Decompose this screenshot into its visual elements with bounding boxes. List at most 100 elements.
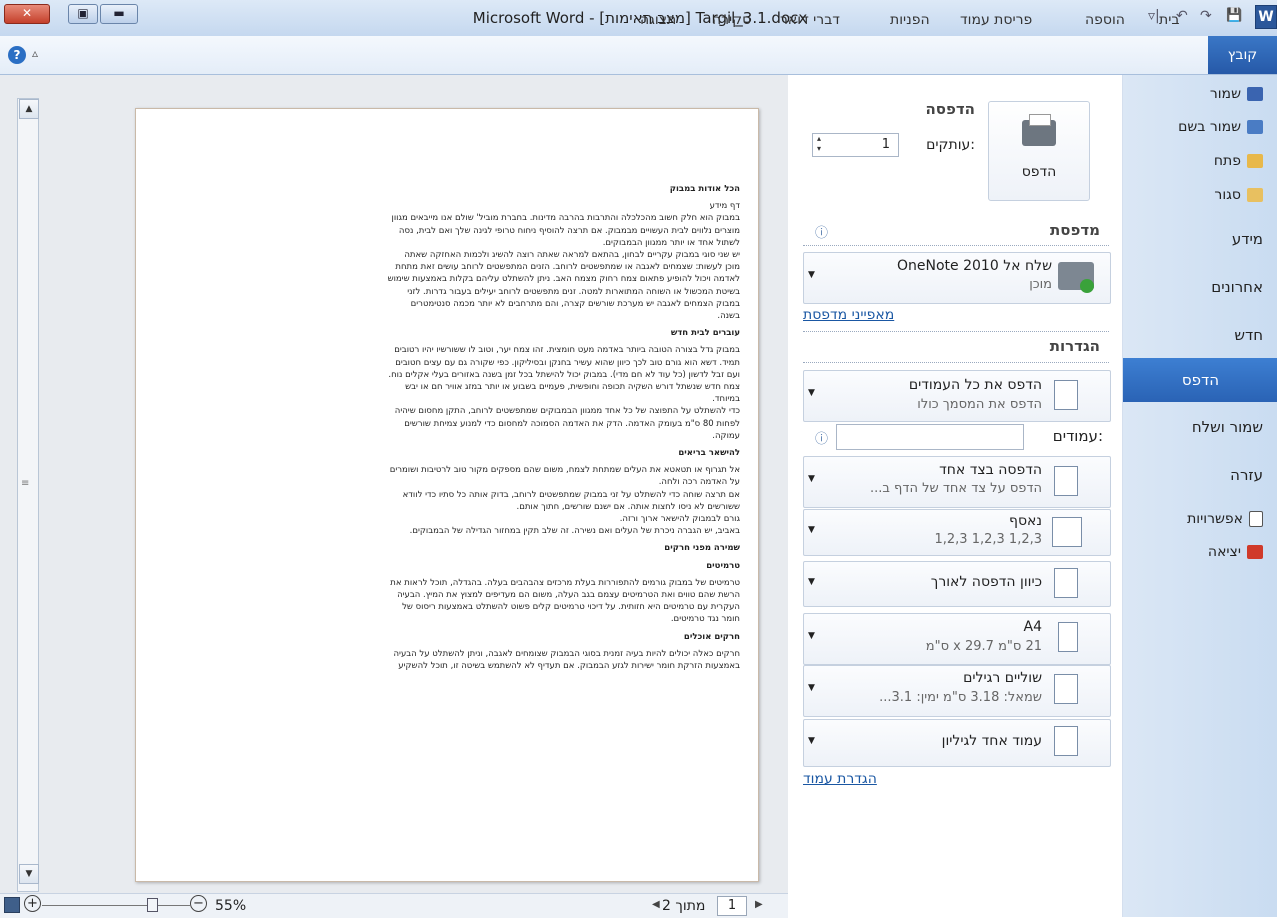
word-app-icon: W [1255, 5, 1277, 29]
printer-info-icon[interactable]: ⓘ [815, 222, 828, 241]
paper-size-title: A4 [1023, 619, 1042, 635]
preview-scrollbar[interactable] [17, 98, 39, 892]
zoom-slider-thumb[interactable] [147, 898, 158, 912]
scroll-up-button[interactable]: ▲ [19, 99, 39, 119]
page-text-line: מוכן לעשות: שצמחים לאגבה או שמתפשטים לרו… [395, 262, 740, 273]
printer-paper-icon [1029, 114, 1051, 126]
page-text-line: הרשת שהם טווים ואת הטרמיטים עצמם בגב העל… [397, 590, 740, 600]
nav-save-as[interactable]: שמור בשם [1178, 119, 1263, 135]
page-text-line: גורם לבמבוק להישאר ארוך ורזה. [619, 514, 740, 524]
page-text-line: ועם זבל לדשון (כל עוד לא חם מדי). במבוק … [388, 369, 740, 380]
pages-per-sheet-title: עמוד אחד לגיליון [941, 733, 1042, 749]
collate-sub: 1,2,3 1,2,3 1,2,3 [934, 532, 1043, 547]
nav-options[interactable]: אפשרויות [1187, 511, 1263, 527]
close-folder-icon [1247, 188, 1263, 202]
page-text-line: באביב, יש הגברה ניכרת של העלים ואם נשירה… [409, 526, 740, 537]
nav-save[interactable]: שמור [1210, 86, 1263, 102]
pages-icon [1054, 380, 1078, 410]
close-window-button[interactable]: ✕ [4, 4, 50, 24]
orientation-title: כיוון הדפסה לאורך [930, 574, 1042, 590]
pages-input[interactable] [836, 424, 1024, 450]
exit-icon [1247, 545, 1263, 559]
pages-info-icon[interactable]: ⓘ [815, 428, 828, 447]
collapse-ribbon-icon[interactable]: ▵ [32, 46, 38, 60]
printer-heading: מדפסת [1050, 221, 1100, 239]
ribbon-tabs [0, 36, 1277, 75]
page-text-line: חרקים כאלה יכולים להיות בעיה זמנית בסוגי… [393, 648, 740, 659]
zoom-slider-track[interactable] [42, 905, 190, 906]
page-text-line: חומר נגד טרמיטים. [670, 614, 740, 625]
chevron-down-icon: ▼ [808, 270, 815, 280]
page-text-line: באמצעות הזרקת חומר ישירות לגזע הבמבוק. א… [398, 661, 740, 671]
nav-new[interactable]: חדש [1234, 326, 1263, 344]
preview-page: הכל אודות במבוק דף מידע במבוק הוא חלק חשוב… [135, 108, 759, 882]
page-text-line: לפחות 80 ס"מ בעומק האדמה. הדק את האדמה ה… [404, 418, 740, 429]
maximize-button[interactable]: ▣ [68, 4, 98, 24]
nav-save-send[interactable]: שמור ושלח [1192, 418, 1263, 436]
nav-close[interactable]: סגור [1214, 187, 1263, 203]
page-heading-line: טרמיטים [706, 560, 740, 571]
divider [803, 362, 1109, 363]
copies-label: עותקים: [926, 137, 975, 153]
page-text-line: במבוק הצמחים לאגבה יש מערכת שורשים קצרה,… [410, 298, 740, 309]
nav-recent[interactable]: אחרונים [1211, 278, 1263, 296]
nav-exit[interactable]: יציאה [1208, 544, 1263, 560]
chevron-down-icon: ▼ [808, 388, 815, 398]
view-shortcut-icon[interactable] [4, 897, 20, 913]
zoom-in-button[interactable]: + [24, 895, 41, 912]
settings-heading: הגדרות [1049, 337, 1100, 355]
nav-info[interactable]: מידע [1232, 230, 1263, 248]
page-text-line: העקרית עם טרמיטים היא חזותית. על דיכוי ט… [402, 602, 740, 613]
page-text-line: במבוק הוא חלק חשוב מהכלכלה והתרבות בהרבה… [391, 213, 740, 224]
copies-spinner[interactable]: ▴ ▾ 1 [812, 133, 899, 157]
tab-home[interactable]: בית [1159, 12, 1179, 28]
scroll-grip-icon[interactable]: ≡ [21, 478, 29, 489]
tab-references[interactable]: הפניות [890, 12, 930, 28]
nav-help[interactable]: עזרה [1230, 466, 1263, 484]
nav-open[interactable]: פתח [1214, 153, 1263, 169]
help-icon[interactable]: ? [8, 46, 26, 64]
page-text-line: על האדמה רכה ולחה. [658, 477, 740, 488]
spin-arrows-icon[interactable]: ▴ ▾ [817, 134, 821, 154]
nav-print-label: הדפס [1181, 371, 1219, 389]
sides-sub: הדפס על צד אחד של הדף ב... [870, 481, 1042, 496]
page-text-line: אם תרצה שוחה כדי להשתלט על זני במבוק שמת… [402, 489, 740, 500]
printer-name: שלח אל OneNote 2010 [897, 258, 1052, 274]
zoom-level[interactable]: 55% [215, 898, 246, 914]
save-icon[interactable]: 💾 [1226, 8, 1242, 23]
tab-file[interactable]: קובץ [1208, 36, 1277, 74]
minimize-button[interactable]: ▬ [100, 4, 138, 24]
print-button[interactable]: הדפס [988, 101, 1090, 201]
paper-size-icon [1058, 622, 1078, 652]
print-range-sub: הדפס את המסמך כולו [917, 397, 1042, 412]
page-of-label: מתוך 2 [662, 898, 706, 914]
margins-icon [1054, 674, 1078, 704]
copies-value: 1 [881, 137, 890, 152]
customize-qat-icon[interactable]: ▿| [1148, 8, 1160, 24]
page-heading-line: חרקים אוכלים [683, 631, 740, 642]
page-heading-line: הכל אודות במבוק [669, 184, 740, 194]
page-text-line: דף מידע [709, 201, 740, 212]
portrait-icon [1054, 568, 1078, 598]
tab-review[interactable]: סקירה [712, 12, 751, 28]
next-page-icon[interactable]: ▶ [755, 899, 763, 910]
tab-view[interactable]: תצוגה [640, 12, 676, 28]
prev-page-icon[interactable]: ◀ [652, 899, 660, 910]
tab-page-layout[interactable]: פריסת עמוד [960, 12, 1032, 28]
scroll-down-button[interactable]: ▼ [19, 864, 39, 884]
page-text-line: לאדמה ויכול להופיע פתאום צמח רחוק מצמח ה… [387, 274, 740, 285]
page-heading-line: להישאר בריאים [678, 448, 740, 458]
zoom-out-button[interactable]: − [190, 895, 207, 912]
page-text-line: בשיטת המכשול או השוחה המתוארות למטה. זני… [407, 286, 740, 297]
tab-mailings[interactable]: דברי דואר [780, 12, 840, 28]
print-button-label: הדפס [1021, 164, 1057, 180]
page-setup-link[interactable]: הגדרת עמוד [803, 771, 923, 787]
print-range-title: הדפס את כל העמודים [908, 377, 1042, 393]
printer-properties-link[interactable]: מאפייני מדפסת [803, 307, 923, 323]
redo-icon[interactable]: ↷ [1200, 8, 1212, 24]
save-as-icon [1247, 120, 1263, 134]
tab-insert[interactable]: הוספה [1085, 12, 1125, 28]
page-number-input[interactable]: 1 [717, 896, 747, 916]
page-text-line: במבוק גדל בצורה הטובה ביותר באדמה מעט חו… [394, 345, 740, 356]
page-text-line: מוצרים נלווים לבית העשויים מבמבוק. אם תר… [398, 225, 740, 236]
